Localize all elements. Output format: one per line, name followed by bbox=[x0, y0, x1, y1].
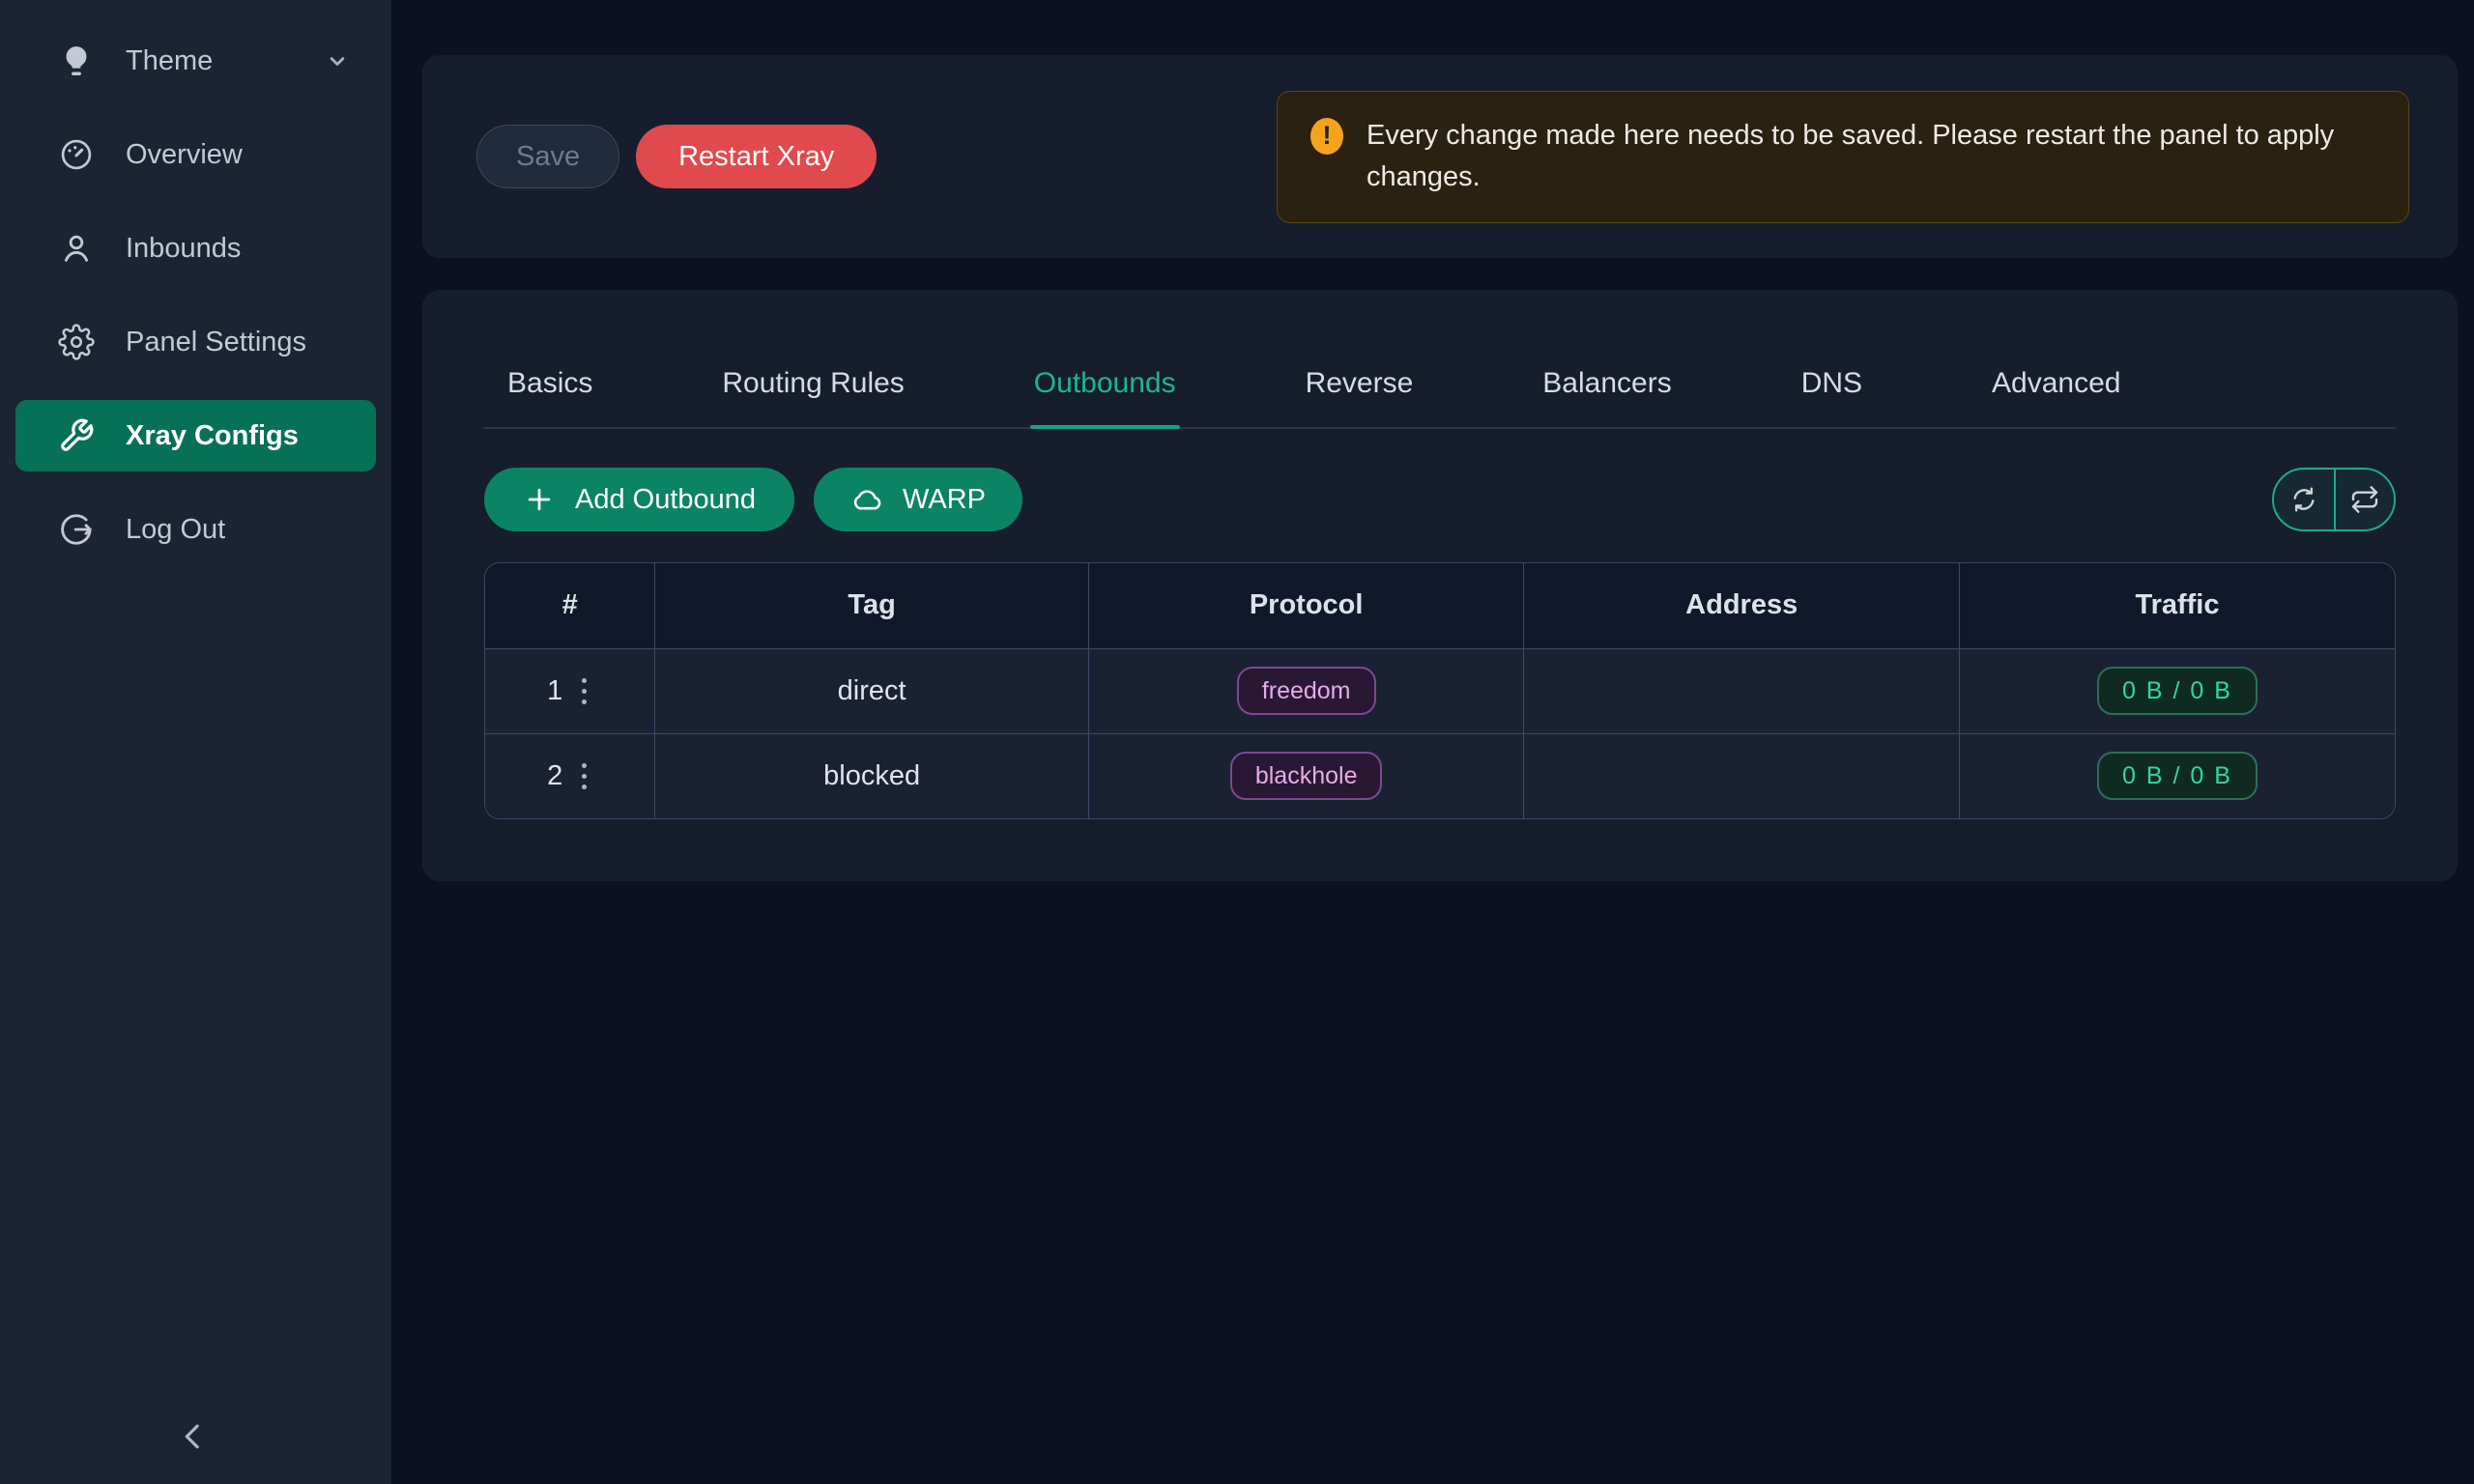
logout-icon bbox=[58, 511, 95, 548]
repeat-icon bbox=[2349, 484, 2380, 515]
sidebar-item-label: Inbounds bbox=[126, 233, 241, 265]
outbounds-actions-row: Add Outbound WARP bbox=[484, 468, 2396, 531]
traffic-badge: 0 B / 0 B bbox=[2097, 667, 2258, 715]
sidebar: Theme Overview Inbounds bbox=[0, 0, 391, 1484]
warp-label: WARP bbox=[903, 484, 986, 516]
warp-button[interactable]: WARP bbox=[814, 468, 1022, 531]
bulb-icon bbox=[58, 43, 95, 79]
outbounds-table: # Tag Protocol Address Traffic 1 bbox=[484, 562, 2396, 819]
table-header-row: # Tag Protocol Address Traffic bbox=[485, 563, 2395, 648]
table-row: 1 direct freedom 0 B / 0 B bbox=[485, 648, 2395, 733]
sidebar-item-inbounds[interactable]: Inbounds bbox=[15, 213, 376, 284]
tab-routing-rules[interactable]: Routing Rules bbox=[718, 352, 907, 427]
tab-balancers[interactable]: Balancers bbox=[1539, 352, 1675, 427]
gauge-icon bbox=[58, 136, 95, 173]
row-tag: blocked bbox=[655, 733, 1089, 818]
warning-alert: ! Every change made here needs to be sav… bbox=[1277, 91, 2409, 223]
sidebar-item-label: Panel Settings bbox=[126, 327, 306, 358]
row-address bbox=[1524, 648, 1960, 733]
tab-reverse[interactable]: Reverse bbox=[1302, 352, 1418, 427]
sidebar-item-label: Log Out bbox=[126, 514, 225, 546]
row-index: 2 bbox=[547, 760, 562, 792]
refresh-button-group bbox=[2272, 468, 2396, 531]
row-tag: direct bbox=[655, 648, 1089, 733]
toolbar-card: Save Restart Xray ! Every change made he… bbox=[422, 55, 2458, 258]
warning-icon: ! bbox=[1310, 118, 1343, 155]
col-header-address: Address bbox=[1524, 563, 1960, 648]
protocol-badge: blackhole bbox=[1230, 752, 1383, 800]
col-header-protocol: Protocol bbox=[1088, 563, 1524, 648]
traffic-badge: 0 B / 0 B bbox=[2097, 752, 2258, 800]
row-menu-icon[interactable] bbox=[576, 757, 592, 795]
sidebar-item-panel-settings[interactable]: Panel Settings bbox=[15, 306, 376, 378]
gear-icon bbox=[58, 324, 95, 360]
tab-dns[interactable]: DNS bbox=[1798, 352, 1866, 427]
sync-button[interactable] bbox=[2274, 470, 2334, 529]
protocol-badge: freedom bbox=[1237, 667, 1376, 715]
add-outbound-button[interactable]: Add Outbound bbox=[484, 468, 794, 531]
sidebar-item-xray-configs[interactable]: Xray Configs bbox=[15, 400, 376, 471]
warning-alert-text: Every change made here needs to be saved… bbox=[1366, 115, 2375, 199]
row-index: 1 bbox=[547, 675, 562, 707]
tab-advanced[interactable]: Advanced bbox=[1988, 352, 2124, 427]
col-header-tag: Tag bbox=[655, 563, 1089, 648]
main-content: Save Restart Xray ! Every change made he… bbox=[391, 0, 2474, 1484]
plus-icon bbox=[523, 483, 556, 516]
sidebar-item-overview[interactable]: Overview bbox=[15, 119, 376, 190]
user-icon bbox=[58, 230, 95, 267]
col-header-index: # bbox=[485, 563, 655, 648]
wrench-icon bbox=[58, 417, 95, 454]
tab-basics[interactable]: Basics bbox=[503, 352, 596, 427]
add-outbound-label: Add Outbound bbox=[575, 484, 756, 516]
table-row: 2 blocked blackhole 0 B / 0 B bbox=[485, 733, 2395, 818]
repeat-button[interactable] bbox=[2334, 470, 2394, 529]
sidebar-item-log-out[interactable]: Log Out bbox=[15, 494, 376, 565]
sidebar-item-theme[interactable]: Theme bbox=[15, 25, 376, 97]
row-address bbox=[1524, 733, 1960, 818]
xray-config-card: Basics Routing Rules Outbounds Reverse B… bbox=[422, 290, 2458, 881]
sidebar-collapse-button[interactable] bbox=[166, 1409, 220, 1463]
chevron-down-icon bbox=[324, 47, 351, 74]
sidebar-item-label: Theme bbox=[126, 45, 213, 77]
row-menu-icon[interactable] bbox=[576, 672, 592, 710]
chevron-left-icon bbox=[174, 1416, 213, 1455]
sidebar-item-label: Overview bbox=[126, 139, 243, 171]
save-button[interactable]: Save bbox=[476, 125, 619, 188]
restart-xray-button[interactable]: Restart Xray bbox=[636, 125, 877, 188]
cloud-icon bbox=[850, 483, 883, 516]
sidebar-item-label: Xray Configs bbox=[126, 420, 299, 452]
col-header-traffic: Traffic bbox=[1959, 563, 2395, 648]
sync-icon bbox=[2288, 484, 2319, 515]
config-tab-bar: Basics Routing Rules Outbounds Reverse B… bbox=[484, 290, 2396, 429]
tab-outbounds[interactable]: Outbounds bbox=[1030, 352, 1180, 427]
